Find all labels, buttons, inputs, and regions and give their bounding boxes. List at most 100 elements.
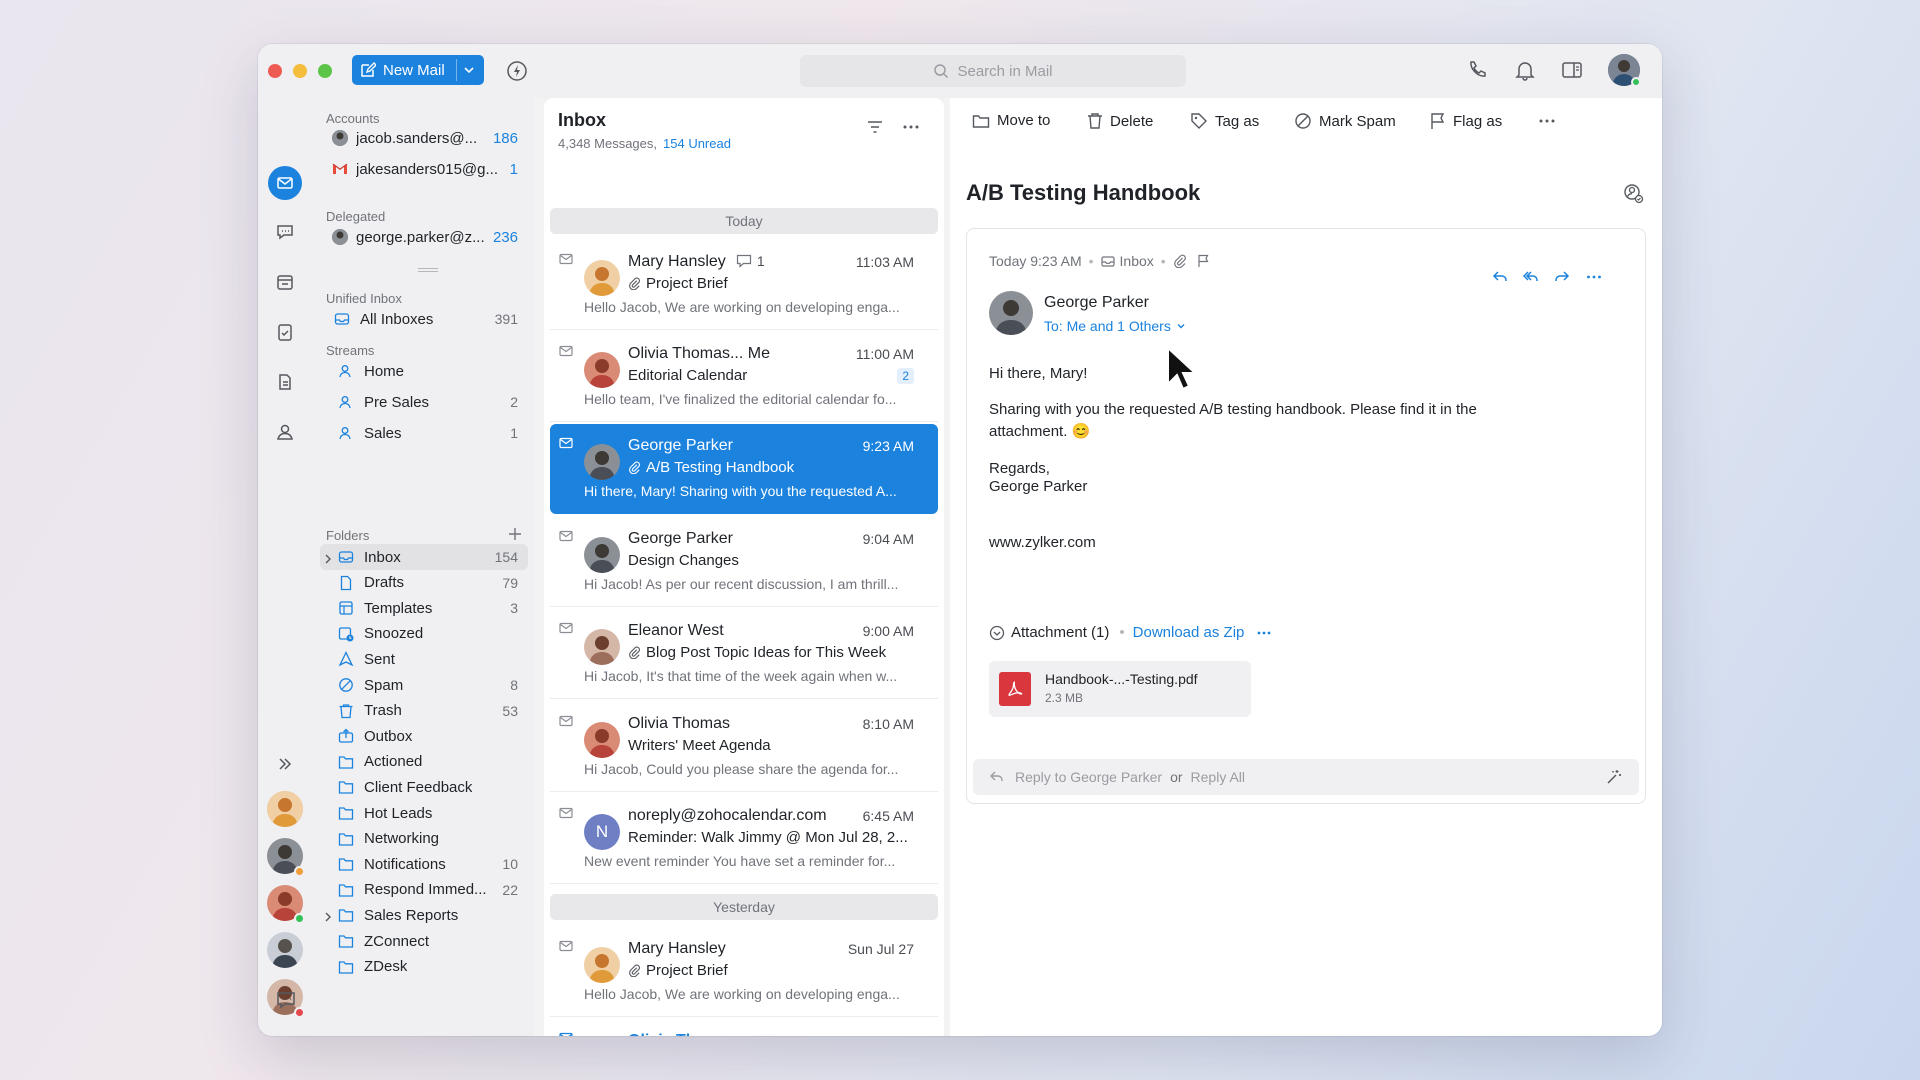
folder-item-templates[interactable]: Templates 3 [320,595,528,621]
account-item[interactable]: jakesanders015@g... 1 [320,154,528,184]
folder-item-snoozed[interactable]: Snoozed [320,621,528,647]
reply-all-link[interactable]: Reply All [1191,769,1245,785]
contact-avatar[interactable] [267,791,303,827]
reading-pane-layout-icon[interactable] [1561,59,1583,81]
mail-list-item[interactable]: George Parker 9:23 AM A/B Testing Handbook… [550,424,938,514]
chat-bubble-icon[interactable] [268,982,304,1018]
envelope-icon[interactable] [559,530,573,542]
folder-item-notifications[interactable]: Notifications 10 [320,851,528,877]
reply-all-icon[interactable] [1518,264,1544,290]
recipients-toggle[interactable]: To: Me and 1 Others [1044,318,1186,334]
envelope-icon[interactable] [559,622,573,634]
folder-item-sent[interactable]: Sent [320,646,528,672]
folder-item-zconnect[interactable]: ZConnect [320,928,528,954]
quick-actions-bolt-icon[interactable] [506,60,528,82]
folder-item-zdesk[interactable]: ZDesk [320,954,528,980]
folder-item-spam[interactable]: Spam 8 [320,672,528,698]
stream-item-sales[interactable]: Sales 1 [320,418,528,448]
sender-name[interactable]: George Parker [1044,294,1149,312]
mail-subject: Blog Post Topic Ideas for This Week [646,644,887,661]
close-window-button[interactable] [268,64,282,78]
stream-item-pre-sales[interactable]: Pre Sales 2 [320,387,528,417]
more-actions-icon[interactable] [1538,112,1556,130]
mail-list-item[interactable]: Olivia Thomas... Me 11:00 AM Editorial Cal… [550,332,938,422]
mail-list-item[interactable]: George Parker 9:04 AM Design Changes Hi Jac… [550,517,938,607]
mail-sender: Eleanor West [628,622,724,639]
mail-subject: Writers' Meet Agenda [628,737,771,754]
more-options-icon[interactable] [1581,264,1607,290]
chevron-down-icon[interactable] [462,63,476,77]
chevron-right-icon[interactable] [322,553,334,565]
tag-as-button[interactable]: Tag as [1190,112,1259,130]
filter-icon[interactable] [866,118,884,136]
mail-list-item[interactable]: Olivia ThomasSun Jul 27Editorial Calenda… [550,1019,938,1036]
minimize-window-button[interactable] [293,64,307,78]
envelope-icon[interactable] [559,253,573,265]
add-folder-icon[interactable] [508,527,522,541]
mail-sender: Mary Hansley [628,253,726,270]
mark-spam-button[interactable]: Mark Spam [1294,112,1396,130]
ai-magic-wand-icon[interactable] [1605,768,1623,786]
folder-item-inbox[interactable]: Inbox 154 [320,544,528,570]
mail-sender: noreply@zohocalendar.com [628,807,827,824]
envelope-icon[interactable] [559,1032,573,1036]
download-zip-link[interactable]: Download as Zip [1133,624,1245,641]
envelope-icon[interactable] [559,940,573,952]
delete-button[interactable]: Delete [1087,112,1153,130]
folder-item-sales-reports[interactable]: Sales Reports [320,902,528,928]
folder-item-outbox[interactable]: Outbox [320,723,528,749]
new-mail-button[interactable]: New Mail [352,55,484,85]
collapse-chevron-icon[interactable] [989,625,1005,641]
folder-item-client-feedback[interactable]: Client Feedback [320,774,528,800]
notes-app-icon[interactable] [270,367,300,397]
attachment-more-icon[interactable] [1256,625,1272,641]
resize-handle[interactable] [418,268,438,272]
folder-item-actioned[interactable]: Actioned [320,749,528,775]
folder-item-trash[interactable]: Trash 53 [320,698,528,724]
flag-icon[interactable] [1197,254,1210,268]
folder-item-hot-leads[interactable]: Hot Leads [320,800,528,826]
phone-icon[interactable] [1466,59,1488,81]
email-folder[interactable]: Inbox [1120,253,1154,269]
attachment-file[interactable]: Handbook-...-Testing.pdf 2.3 MB [989,661,1251,717]
contact-avatar[interactable] [267,932,303,968]
unread-count-link[interactable]: 154 Unread [663,136,731,151]
envelope-icon[interactable] [559,437,573,449]
calendar-app-icon[interactable] [270,267,300,297]
tasks-app-icon[interactable] [270,317,300,347]
contacts-app-icon[interactable] [270,417,300,447]
stream-item-home[interactable]: Home [320,356,528,386]
sender-avatar[interactable] [989,291,1033,335]
forward-icon[interactable] [1549,264,1575,290]
mail-list-item[interactable]: Nnoreply@zohocalendar.com 6:45 AM Reminder… [550,794,938,884]
folder-item-networking[interactable]: Networking [320,826,528,852]
mail-list-item[interactable]: Mary Hansley 1 11:03 AM Project Brief Hello … [550,240,938,330]
quick-reply-bar[interactable]: Reply to George Parker or Reply All [973,759,1639,795]
envelope-icon[interactable] [559,807,573,819]
bell-icon[interactable] [1514,59,1536,81]
folder-item-drafts[interactable]: Drafts 79 [320,570,528,596]
search-input[interactable]: Search in Mail [800,55,1186,87]
envelope-icon[interactable] [559,345,573,357]
all-inboxes-item[interactable]: All Inboxes 391 [320,304,528,334]
move-to-button[interactable]: Move to [972,112,1050,129]
reply-to-sender[interactable]: Reply to George Parker [1015,769,1162,785]
flag-as-button[interactable]: Flag as [1430,112,1502,130]
envelope-icon[interactable] [559,715,573,727]
folder-item-respond-immediately[interactable]: Respond Immed... 22 [320,877,528,903]
mail-list-item[interactable]: Eleanor West 9:00 AM Blog Post Topic Ideas… [550,609,938,699]
chat-app-icon[interactable] [270,217,300,247]
expand-rail-icon[interactable] [270,749,300,779]
email-website[interactable]: www.zylker.com [989,532,1096,554]
chevron-right-icon[interactable] [322,911,334,923]
participants-icon[interactable] [1622,182,1646,206]
mail-app-icon[interactable] [268,166,302,200]
mail-list-item[interactable]: Mary Hansley Sun Jul 27 Project Brief Hello… [550,927,938,1017]
more-options-icon[interactable] [902,118,920,136]
mail-list-item[interactable]: Olivia Thomas 8:10 AM Writers' Meet Agenda… [550,702,938,792]
mail-time: 8:10 AM [862,716,914,732]
account-item[interactable]: jacob.sanders@... 186 [320,123,528,153]
zoom-window-button[interactable] [318,64,332,78]
reply-icon[interactable] [1487,264,1513,290]
delegated-account-item[interactable]: george.parker@z... 236 [320,222,528,252]
